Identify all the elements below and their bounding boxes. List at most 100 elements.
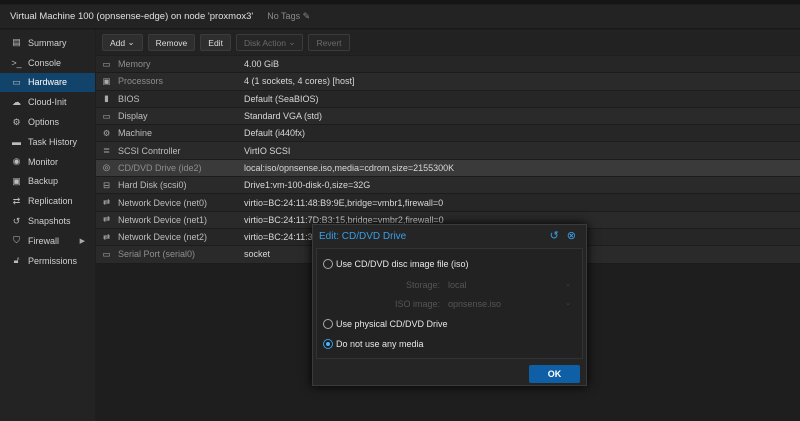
row-value: Default (i440fx) (244, 128, 306, 139)
table-row[interactable]: ▮ BIOS Default (SeaBIOS) (96, 90, 800, 108)
row-key: Network Device (net0) (118, 197, 208, 208)
row-value: virtio=BC:24:11:31 (244, 232, 318, 243)
sidebar-item-permissions[interactable]: 🔓︎ Permissions (0, 251, 95, 271)
desktop-icon: ▭ (102, 110, 111, 121)
sidebar-item-snapshots[interactable]: ↺ Snapshots (0, 211, 95, 231)
hdd-icon: ⊟ (102, 179, 111, 190)
table-row[interactable]: ⇄ Network Device (net0) virtio=BC:24:11:48… (96, 194, 800, 212)
sidebar-item-label: Replication (28, 196, 73, 207)
sidebar-item-options[interactable]: ⚙ Options (0, 112, 95, 132)
radio-label: Use physical CD/DVD Drive (336, 319, 448, 329)
row-key: Network Device (net2) (118, 232, 208, 243)
storage-label: Storage: (405, 280, 440, 290)
cpu-icon: ▣ (102, 75, 111, 86)
row-value: 4.00 GiB (244, 59, 280, 70)
cogs-icon: ⚙ (102, 127, 111, 138)
table-row[interactable]: ▭ Display Standard VGA (std) (96, 107, 800, 126)
row-value: socket (244, 249, 271, 260)
sidebar-item-label: Task History (28, 136, 78, 147)
table-row[interactable]: ▣ Processors 4 (1 sockets, 4 cores) [host] (96, 73, 800, 91)
row-key: Display (118, 111, 148, 122)
sidebar-item-label: Monitor (28, 156, 59, 167)
terminal-icon: >_ (11, 57, 22, 68)
revert-button[interactable]: Revert (308, 34, 350, 51)
edit-cdrom-dialog: Edit: CD/DVD Drive ↺ ⊗ Use CD/DVD disc im… (312, 224, 587, 386)
gear-icon: ⚙ (12, 116, 21, 127)
row-value: Drive1:vm-100-disk-0,size=32G (244, 180, 371, 191)
exchange-icon: ⇄ (102, 231, 111, 242)
sidebar-item-label: Summary (28, 37, 67, 48)
row-key: Network Device (net1) (118, 214, 208, 225)
table-row[interactable]: ▭ Memory 4.00 GiB (96, 56, 800, 74)
sidebar-item-task-history[interactable]: ▬ Task History (0, 132, 95, 152)
row-key: Serial Port (serial0) (118, 249, 196, 260)
row-key: Hard Disk (scsi0) (118, 180, 187, 191)
sidebar-item-cloud-init[interactable]: ☁ Cloud-Init (0, 92, 95, 112)
sidebar-item-console[interactable]: >_ Console (0, 53, 95, 73)
sidebar-item-hardware[interactable]: ▭ Hardware (0, 72, 95, 93)
row-key: Processors (118, 76, 164, 87)
sidebar-item-label: Permissions (28, 255, 78, 266)
dialog-title: Edit: CD/DVD Drive (319, 230, 407, 242)
row-value: virtio=BC:24:11:48:B9:9E,bridge=vmbr1,fi… (244, 197, 444, 208)
eye-icon: ◉ (12, 156, 21, 167)
reset-icon[interactable]: ↺ (550, 229, 559, 242)
sidebar-item-label: Options (28, 117, 60, 128)
toolbar: Add ⌄ Remove Edit Disk Action ⌄ Revert (96, 30, 800, 55)
sidebar-item-summary[interactable]: ▤ Summary (0, 33, 95, 53)
storage-field[interactable]: Storage: local ⌄ (317, 280, 577, 290)
radio-label: Do not use any media (336, 339, 424, 349)
table-row[interactable]: ◎ CD/DVD Drive (ide2) local:iso/opnsense.i… (96, 159, 800, 178)
sidebar-item-label: Hardware (28, 77, 68, 88)
close-icon[interactable]: ⊗ (567, 229, 576, 242)
shield-icon: ⛉ (13, 235, 20, 246)
sidebar-item-firewall[interactable]: ⛉ Firewall ▶ (0, 231, 95, 251)
dialog-body: Use CD/DVD disc image file (iso) Storage… (316, 248, 583, 359)
row-value: 4 (1 sockets, 4 cores) [host] (244, 76, 355, 87)
keyboard-icon: ▭ (102, 248, 111, 259)
list-icon: ▬ (12, 136, 21, 147)
memory-icon: ▭ (102, 58, 111, 69)
storage-value: local (448, 280, 467, 290)
row-value: Standard VGA (std) (244, 111, 323, 122)
sidebar-item-monitor[interactable]: ◉ Monitor (0, 152, 95, 172)
row-value: VirtIO SCSI (244, 145, 291, 156)
exchange-icon: ⇄ (102, 214, 111, 225)
dialog-header: Edit: CD/DVD Drive ↺ ⊗ (313, 225, 586, 247)
tags-edit[interactable]: No Tags ✎ (267, 11, 310, 22)
page-title: Virtual Machine 100 (opnsense-edge) on n… (10, 11, 254, 22)
add-button[interactable]: Add ⌄ (102, 34, 143, 51)
top-bar (0, 0, 800, 4)
row-key: Memory (118, 59, 151, 70)
table-row[interactable]: ⊟ Hard Disk (scsi0) Drive1:vm-100-disk-0,s… (96, 177, 800, 195)
remove-button[interactable]: Remove (147, 34, 196, 51)
book-icon: ▤ (12, 37, 21, 48)
disk-action-label: Disk Action (243, 37, 286, 48)
expand-arrow-icon[interactable]: ▶ (80, 237, 85, 245)
sidebar-item-backup[interactable]: ▣ Backup (0, 172, 95, 192)
row-key: CD/DVD Drive (ide2) (118, 162, 202, 173)
edit-button[interactable]: Edit (200, 34, 231, 51)
sidebar-item-replication[interactable]: ⇄ Replication (0, 191, 95, 211)
row-value: local:iso/opnsense.iso,media=cdrom,size=… (244, 162, 455, 173)
row-key: SCSI Controller (118, 145, 181, 156)
radio-circle (323, 319, 333, 329)
disk-action-button[interactable]: Disk Action ⌄ (235, 34, 304, 51)
radio-circle (323, 259, 333, 269)
table-row[interactable]: ⚙ Machine Default (i440fx) (96, 125, 800, 143)
radio-no-media[interactable]: Do not use any media (323, 339, 424, 349)
cloud-icon: ☁ (12, 96, 21, 107)
tags-label: No Tags (267, 11, 301, 21)
iso-label: ISO image: (394, 299, 440, 309)
iso-image-field[interactable]: ISO image: opnsense.iso ⌄ (317, 299, 577, 309)
sidebar: ▤ Summary >_ Console ▭ Hardware ☁ Cloud-Init… (0, 30, 95, 421)
add-label: Add (110, 37, 126, 48)
table-row[interactable]: ≣ SCSI Controller VirtIO SCSI (96, 142, 800, 160)
radio-circle-checked (323, 339, 333, 349)
radio-physical-drive[interactable]: Use physical CD/DVD Drive (323, 319, 448, 329)
sidebar-item-label: Cloud-Init (28, 97, 67, 108)
ok-button[interactable]: OK (529, 365, 580, 383)
radio-use-iso[interactable]: Use CD/DVD disc image file (iso) (323, 259, 469, 269)
pencil-icon: ✎ (302, 11, 311, 21)
iso-value: opnsense.iso (448, 299, 502, 309)
